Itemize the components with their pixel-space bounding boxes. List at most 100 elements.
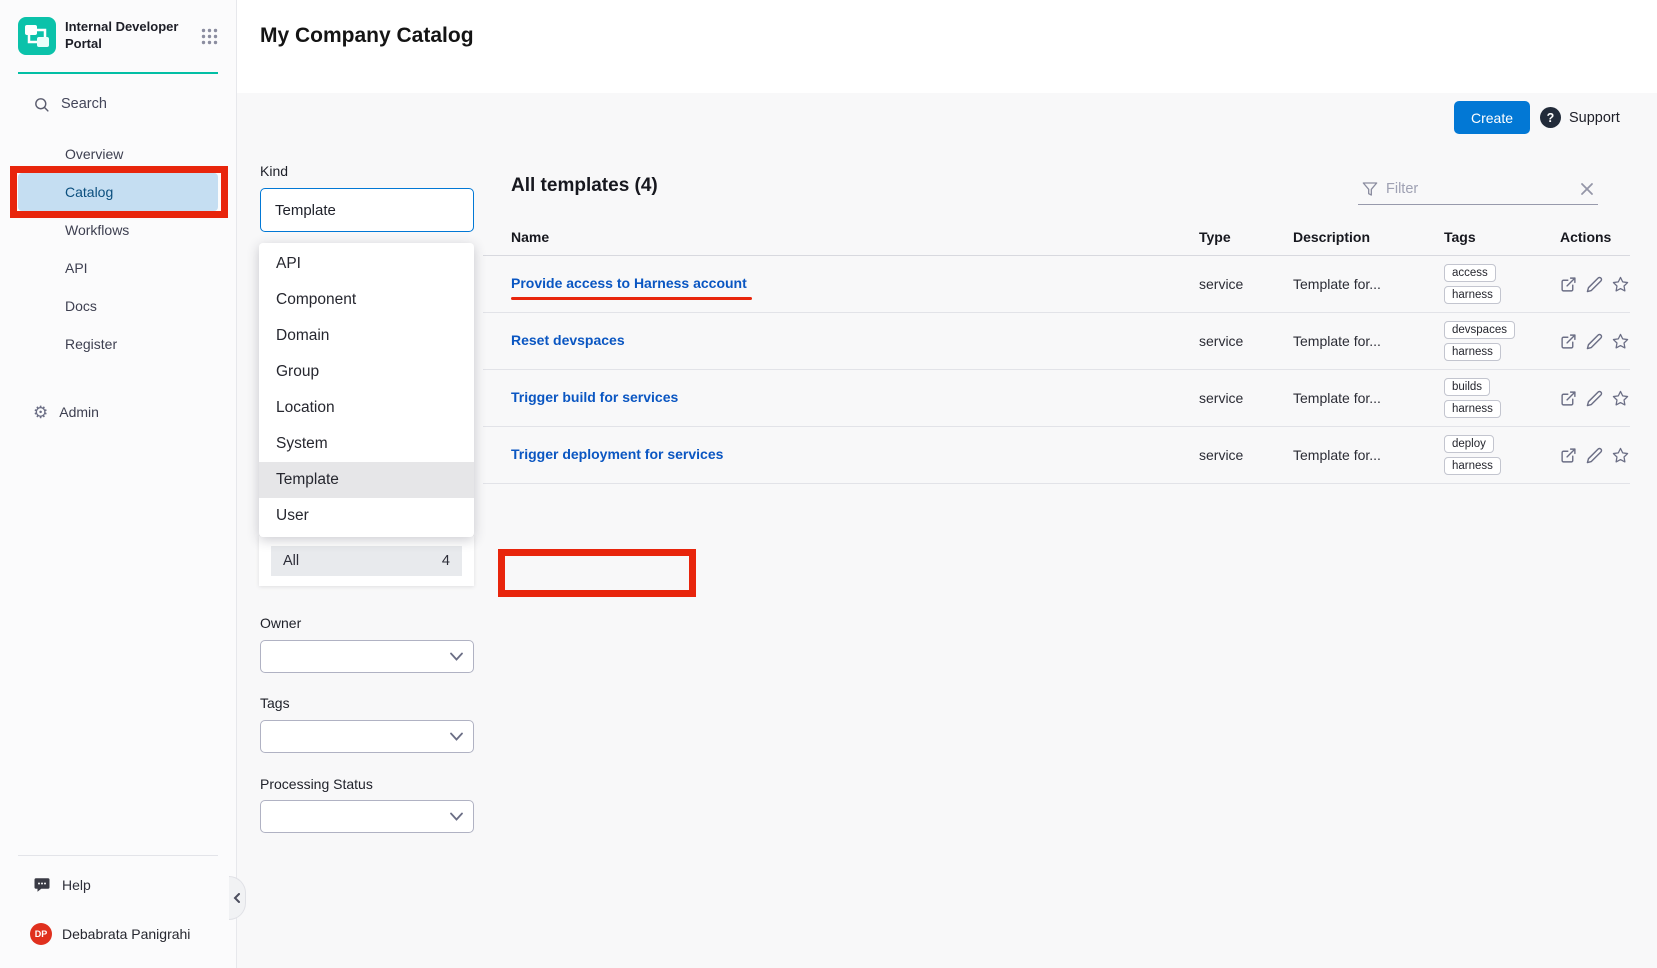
- kind-dropdown: APIComponentDomainGroupLocationSystemTem…: [259, 243, 474, 537]
- sidebar-divider: [18, 855, 218, 856]
- kind-option-template[interactable]: Template: [259, 462, 474, 498]
- kind-option-group[interactable]: Group: [259, 354, 474, 390]
- kind-filter-label: Kind: [260, 163, 288, 179]
- table-header: Name Type Description Tags Actions: [483, 229, 1630, 256]
- support-button[interactable]: ? Support: [1540, 101, 1620, 134]
- help-button[interactable]: Help: [0, 871, 236, 899]
- column-header-type: Type: [1199, 229, 1293, 245]
- templates-panel: All templates (4) Name Type Description …: [483, 163, 1630, 484]
- app-logo-icon: [18, 17, 56, 55]
- row-tags-cell: devspacesharness: [1444, 313, 1560, 369]
- row-name-cell: Reset devspaces: [511, 332, 1199, 350]
- row-type-cell: service: [1199, 447, 1293, 463]
- row-actions-cell: [1560, 276, 1630, 293]
- template-name-link[interactable]: Provide access to Harness account: [511, 275, 747, 291]
- kind-option-api[interactable]: API: [259, 246, 474, 282]
- search-label: Search: [61, 96, 107, 112]
- create-button[interactable]: Create: [1454, 101, 1530, 134]
- tags-select[interactable]: [260, 720, 474, 753]
- facet-row-all[interactable]: All 4: [271, 546, 462, 576]
- main-content: Create ? Support Kind Template APICompon…: [237, 93, 1657, 968]
- kind-select[interactable]: Template: [260, 188, 474, 232]
- search-icon: [33, 96, 50, 113]
- support-label: Support: [1569, 110, 1620, 126]
- processing-status-select[interactable]: [260, 800, 474, 833]
- row-description-cell: Template for...: [1293, 390, 1444, 406]
- question-icon: ?: [1540, 107, 1561, 128]
- sidebar-item-overview[interactable]: Overview: [18, 135, 218, 173]
- column-header-tags: Tags: [1444, 229, 1560, 245]
- table-body: Provide access to Harness account servic…: [483, 256, 1630, 484]
- tag-chip: deploy: [1444, 435, 1494, 453]
- edit-pencil-icon[interactable]: [1586, 447, 1603, 464]
- sidebar-nav: OverviewCatalogWorkflowsAPIDocsRegister: [0, 135, 236, 363]
- open-in-new-icon[interactable]: [1560, 276, 1577, 293]
- sidebar-header: Internal Developer Portal: [18, 0, 218, 74]
- edit-pencil-icon[interactable]: [1586, 390, 1603, 407]
- kind-option-domain[interactable]: Domain: [259, 318, 474, 354]
- facet-all-count: 4: [442, 553, 450, 569]
- kind-option-user[interactable]: User: [259, 498, 474, 534]
- sidebar-item-catalog[interactable]: Catalog: [18, 173, 218, 211]
- clear-filter-icon[interactable]: [1580, 182, 1594, 196]
- edit-pencil-icon[interactable]: [1586, 333, 1603, 350]
- column-header-actions: Actions: [1560, 229, 1630, 245]
- row-tags-cell: access harness: [1444, 256, 1560, 312]
- table-filter-input[interactable]: [1386, 181, 1572, 197]
- row-type-cell: service: [1199, 333, 1293, 349]
- kind-option-location[interactable]: Location: [259, 390, 474, 426]
- app-title: Internal Developer Portal: [65, 19, 181, 53]
- user-menu[interactable]: DP Debabrata Panigrahi: [0, 923, 236, 945]
- help-label: Help: [62, 877, 91, 893]
- sidebar-item-register[interactable]: Register: [18, 325, 218, 363]
- table-row: Reset devspaces service Template for... …: [483, 313, 1630, 370]
- tag-chip: builds: [1444, 378, 1490, 396]
- row-actions-cell: [1560, 447, 1630, 464]
- open-in-new-icon[interactable]: [1560, 390, 1577, 407]
- filter-funnel-icon: [1362, 181, 1378, 197]
- apps-grid-icon[interactable]: [201, 28, 218, 45]
- open-in-new-icon[interactable]: [1560, 447, 1577, 464]
- sidebar-bottom: Help DP Debabrata Panigrahi: [0, 855, 236, 945]
- row-type-cell: service: [1199, 276, 1293, 292]
- row-name-cell: Trigger build for services: [511, 389, 1199, 407]
- owner-select[interactable]: [260, 640, 474, 673]
- edit-pencil-icon[interactable]: [1586, 276, 1603, 293]
- processing-status-filter-label: Processing Status: [260, 776, 373, 792]
- sidebar: Internal Developer Portal Search Overvie…: [0, 0, 237, 968]
- star-icon[interactable]: [1612, 276, 1629, 293]
- tag-chip: harness: [1444, 457, 1501, 475]
- column-header-name: Name: [511, 229, 1199, 245]
- template-name-link[interactable]: Trigger deployment for services: [511, 446, 723, 462]
- chevron-down-icon: [450, 732, 463, 741]
- template-name-link[interactable]: Reset devspaces: [511, 332, 625, 348]
- sidebar-item-docs[interactable]: Docs: [18, 287, 218, 325]
- kind-option-system[interactable]: System: [259, 426, 474, 462]
- table-row: Trigger build for services service Templ…: [483, 370, 1630, 427]
- kind-option-component[interactable]: Component: [259, 282, 474, 318]
- templates-heading: All templates (4): [511, 175, 658, 197]
- owner-filter-label: Owner: [260, 615, 301, 631]
- table-row: Provide access to Harness account servic…: [483, 256, 1630, 313]
- table-filter: [1358, 175, 1598, 205]
- tag-chip: access: [1444, 264, 1496, 282]
- sidebar-search[interactable]: Search: [0, 91, 236, 117]
- star-icon[interactable]: [1612, 390, 1629, 407]
- star-icon[interactable]: [1612, 333, 1629, 350]
- admin-label: Admin: [59, 404, 99, 420]
- tag-chip: devspaces: [1444, 321, 1515, 339]
- row-actions-cell: [1560, 390, 1630, 407]
- star-icon[interactable]: [1612, 447, 1629, 464]
- chevron-down-icon: [450, 652, 463, 661]
- sidebar-item-api[interactable]: API: [18, 249, 218, 287]
- kind-facet-card: All 4: [259, 536, 474, 586]
- template-name-link[interactable]: Trigger build for services: [511, 389, 678, 405]
- tag-chip: harness: [1444, 286, 1501, 304]
- avatar: DP: [30, 923, 52, 945]
- open-in-new-icon[interactable]: [1560, 333, 1577, 350]
- table-row: Trigger deployment for services service …: [483, 427, 1630, 484]
- row-description-cell: Template for...: [1293, 276, 1444, 292]
- sidebar-item-workflows[interactable]: Workflows: [18, 211, 218, 249]
- main-header: My Company Catalog: [237, 0, 1657, 93]
- sidebar-item-admin[interactable]: ⚙ Admin: [18, 393, 218, 431]
